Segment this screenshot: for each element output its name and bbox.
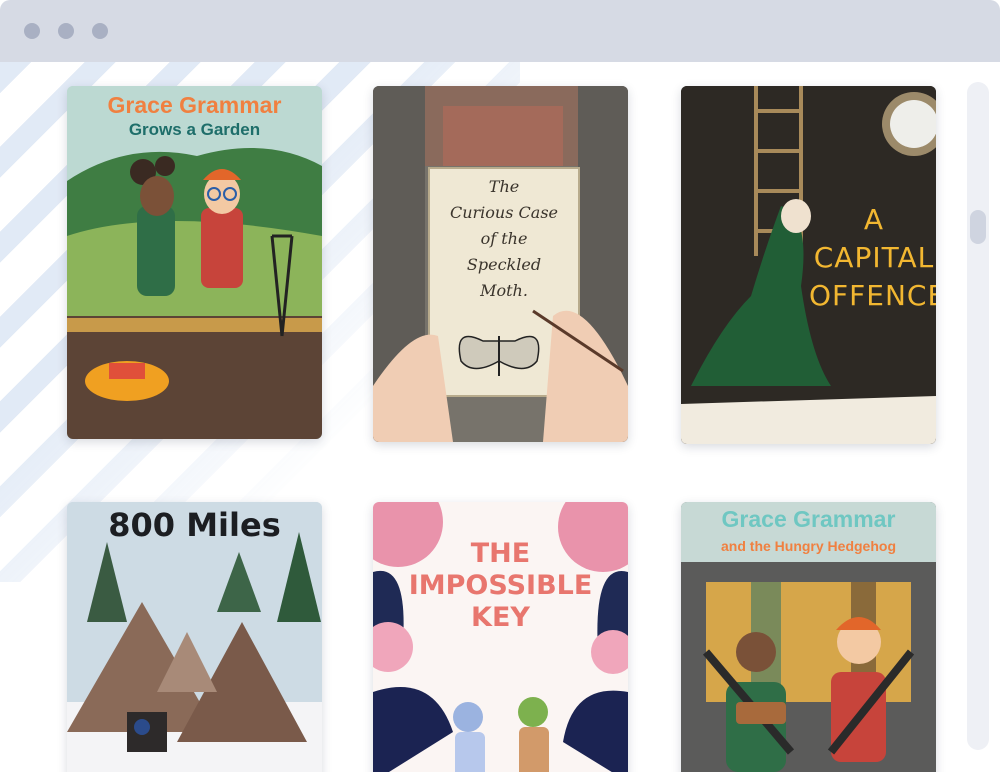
title-line: Speckled bbox=[466, 255, 542, 274]
title-line: CAPITAL bbox=[813, 241, 935, 274]
book-cover-speckled-moth[interactable]: The Curious Case of the Speckled Moth. bbox=[373, 86, 628, 442]
book-cover-impossible-key[interactable]: THE IMPOSSIBLE KEY bbox=[373, 502, 628, 772]
book-cover-800-miles[interactable]: 800 Miles bbox=[67, 502, 322, 772]
title-line: The bbox=[488, 177, 520, 196]
book-title: 800 Miles bbox=[108, 506, 281, 544]
book-cover-grace-hedgehog[interactable]: Grace Grammar and the Hungry Hedgehog bbox=[681, 502, 936, 772]
title-line: IMPOSSIBLE bbox=[408, 570, 593, 601]
window-close-dot[interactable] bbox=[24, 23, 40, 39]
book-title-block: THE IMPOSSIBLE KEY bbox=[373, 538, 628, 634]
book-subtitle: and the Hungry Hedgehog bbox=[721, 538, 896, 554]
book-title: Grace Grammar bbox=[721, 506, 896, 532]
book-gallery: Grace Grammar Grows a Garden The Curious… bbox=[0, 62, 1000, 772]
vertical-scrollbar[interactable] bbox=[967, 82, 989, 750]
book-cover-grace-garden[interactable]: Grace Grammar Grows a Garden bbox=[67, 86, 322, 439]
title-line: Curious Case bbox=[449, 203, 558, 222]
title-line: A bbox=[863, 203, 885, 236]
title-line: of the bbox=[480, 229, 528, 248]
book-cover-capital-offence[interactable]: A CAPITAL OFFENCE bbox=[681, 86, 936, 444]
book-subtitle: Grows a Garden bbox=[128, 120, 261, 139]
window-minimize-dot[interactable] bbox=[58, 23, 74, 39]
title-line: KEY bbox=[471, 602, 530, 633]
book-title-block: A CAPITAL OFFENCE bbox=[809, 201, 936, 315]
title-line: OFFENCE bbox=[809, 279, 936, 312]
title-line: THE bbox=[470, 538, 531, 569]
book-title-block: The Curious Case of the Speckled Moth. bbox=[429, 174, 579, 304]
browser-title-bar bbox=[0, 0, 1000, 62]
window-maximize-dot[interactable] bbox=[92, 23, 108, 39]
title-line: Moth. bbox=[480, 281, 528, 300]
scrollbar-thumb[interactable] bbox=[970, 210, 986, 244]
book-title: Grace Grammar bbox=[107, 92, 282, 118]
